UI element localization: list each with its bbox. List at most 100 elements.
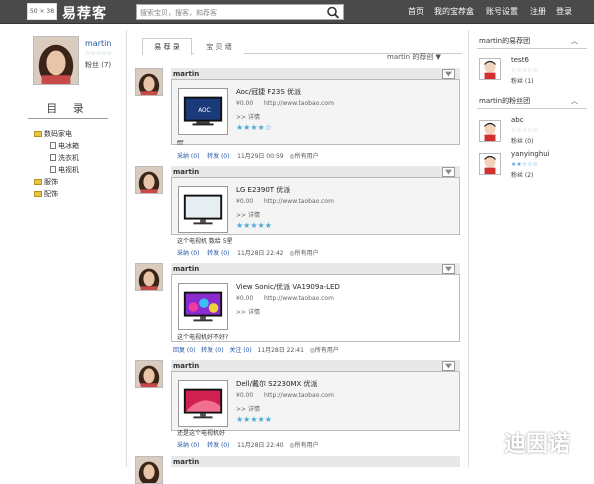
avatar[interactable] (135, 68, 163, 96)
nav-register[interactable]: 注册 (530, 6, 546, 17)
product-card[interactable]: Dell/戴尔 S2230MX 优派 ¥0.00 http://www.taob… (171, 371, 460, 431)
product-image[interactable]: AOC (178, 88, 228, 135)
post-date: 11月28日 22:40 (237, 442, 284, 449)
logo-placeholder[interactable]: 50 × 38 (27, 3, 57, 20)
nav-account-settings[interactable]: 账号设置 (486, 6, 518, 17)
collect-link[interactable]: 采纳 (0) (177, 442, 199, 449)
document-icon (50, 154, 56, 161)
post-username[interactable]: martin (173, 362, 199, 370)
forward-link[interactable]: 转发 (0) (207, 250, 229, 257)
right-sidebar: martin的易荐团 ︿ test6 ☆☆☆☆☆ 粉丝 (1) martin的粉丝… (471, 30, 594, 467)
avatar[interactable] (135, 360, 163, 388)
folder-icon (34, 191, 42, 197)
chevron-down-icon[interactable] (442, 69, 455, 79)
tree-item-washer[interactable]: 洗衣机 (34, 152, 79, 164)
product-title[interactable]: Dell/戴尔 S2230MX 优派 (236, 379, 318, 389)
user-fans: 粉丝 (1) (511, 78, 534, 85)
tree-item-fridge[interactable]: 电冰箱 (34, 140, 79, 152)
user-name[interactable]: abc (511, 116, 524, 124)
user-name[interactable]: yanyinghui (511, 150, 550, 158)
document-icon (50, 166, 56, 173)
collect-link[interactable]: 采纳 (0) (177, 250, 199, 257)
product-rating-stars: ★★★★★ (236, 415, 272, 424)
feed-post: martin LG E2390T 优派 ¥0.00 http://www.tao… (135, 166, 460, 258)
product-title[interactable]: View Sonic/优派 VA1909a-LED (236, 282, 340, 292)
avatar[interactable] (479, 153, 501, 175)
user-fans: 粉丝 (2) (511, 172, 534, 179)
post-username[interactable]: martin (173, 168, 199, 176)
feed-post: martin AOC Aoc/冠捷 F23S 优派 ¥0.00 http://w… (135, 68, 460, 160)
nav-home[interactable]: 首页 (408, 6, 424, 17)
fans-group-title[interactable]: martin的粉丝团 ︿ (479, 96, 578, 106)
post-comment: 这个电视机 数给 5星 (177, 238, 233, 245)
feed-post: martin View Sonic/优派 VA1909a-LED ¥0.00 h… (135, 263, 460, 355)
reply-link[interactable]: 回复 (0) (173, 347, 195, 354)
product-url[interactable]: http://www.taobao.com (264, 392, 334, 399)
search-placeholder: 搜索宝贝，搜客，和荐客 (140, 9, 217, 17)
product-detail-link[interactable]: >> 详情 (236, 112, 260, 121)
product-url[interactable]: http://www.taobao.com (264, 198, 334, 205)
post-username[interactable]: martin (173, 458, 199, 466)
product-detail-link[interactable]: >> 详情 (236, 210, 260, 219)
catalog-tree: 数码家电 电冰箱 洗衣机 电视机 服饰 配饰 (34, 128, 79, 200)
site-logo-text[interactable]: 易荐客 (62, 3, 107, 23)
tree-item-digital[interactable]: 数码家电 (34, 128, 79, 140)
chevron-up-icon[interactable]: ︿ (571, 96, 578, 106)
product-image[interactable] (178, 380, 228, 427)
forward-link[interactable]: 转发 (0) (207, 153, 229, 160)
nav-login[interactable]: 登录 (556, 6, 572, 17)
profile-fans: 粉丝 (7) (85, 60, 111, 70)
product-title[interactable]: LG E2390T 优派 (236, 185, 290, 195)
avatar[interactable] (479, 120, 501, 142)
tab-item-wall[interactable]: 宝 贝 墙 (194, 38, 244, 55)
avatar[interactable] (479, 58, 501, 80)
user-name[interactable]: test6 (511, 56, 529, 64)
tree-item-tv[interactable]: 电视机 (34, 164, 79, 176)
follow-link[interactable]: 关注 (0) (229, 347, 251, 354)
chevron-up-icon[interactable]: ︿ (571, 36, 578, 46)
tree-item-clothing[interactable]: 服饰 (34, 176, 79, 188)
post-actions: 采纳 (0) 转发 (0) 11月28日 22:42 ◎所有用户 (177, 248, 319, 257)
product-price: ¥0.00 (236, 295, 254, 302)
chevron-down-icon[interactable] (442, 361, 455, 371)
product-detail-link[interactable]: >> 详情 (236, 404, 260, 413)
post-username[interactable]: martin (173, 70, 199, 78)
search-icon[interactable] (326, 6, 340, 19)
product-title[interactable]: Aoc/冠捷 F23S 优派 (236, 87, 301, 97)
avatar[interactable] (135, 263, 163, 291)
product-image[interactable] (178, 283, 228, 330)
product-image[interactable] (178, 186, 228, 233)
product-card[interactable]: LG E2390T 优派 ¥0.00 http://www.taobao.com… (171, 177, 460, 235)
divider (468, 30, 469, 467)
product-card[interactable]: AOC Aoc/冠捷 F23S 优派 ¥0.00 http://www.taob… (171, 79, 460, 145)
forward-link[interactable]: 转发 (0) (201, 347, 223, 354)
avatar[interactable] (135, 456, 163, 484)
avatar[interactable] (33, 36, 79, 85)
chevron-down-icon[interactable] (442, 167, 455, 177)
search-input[interactable]: 搜索宝贝，搜客，和荐客 (136, 4, 344, 20)
feed-post: martin Dell/戴尔 S2230MX 优派 ¥0.00 http://w… (135, 360, 460, 452)
post-actions: 采纳 (0) 转发 (0) 11月29日 00:59 ◎所有用户 (177, 151, 319, 160)
post-header (171, 68, 460, 79)
post-scope: ◎所有用户 (289, 153, 319, 160)
product-url[interactable]: http://www.taobao.com (264, 295, 334, 302)
filter-dropdown[interactable]: martin 的荐创 ▼ (387, 52, 441, 62)
profile-username[interactable]: martin (85, 39, 111, 48)
collect-link[interactable]: 采纳 (0) (177, 153, 199, 160)
top-navigation-bar: 50 × 38 易荐客 搜索宝贝，搜客，和荐客 首页 我的宝荐盒 账号设置 注册… (0, 0, 594, 24)
tab-recommend-list[interactable]: 易 荐 录 (142, 38, 192, 55)
forward-link[interactable]: 转发 (0) (207, 442, 229, 449)
following-group-title[interactable]: martin的易荐团 ︿ (479, 36, 578, 46)
product-detail-link[interactable]: >> 详情 (236, 307, 260, 316)
svg-text:AOC: AOC (198, 108, 210, 114)
avatar[interactable] (135, 166, 163, 194)
nav-my-box[interactable]: 我的宝荐盒 (434, 6, 474, 17)
post-username[interactable]: martin (173, 265, 199, 273)
post-comment: fff (177, 140, 184, 147)
post-actions: 回复 (0) 转发 (0) 关注 (0) 11月28日 22:41 ◎所有用户 (173, 345, 339, 354)
product-url[interactable]: http://www.taobao.com (264, 100, 334, 107)
chevron-down-icon[interactable] (442, 264, 455, 274)
post-date: 11月28日 22:41 (257, 347, 304, 354)
product-rating-stars: ★★★★★ (236, 221, 272, 230)
tree-item-accessories[interactable]: 配饰 (34, 188, 79, 200)
